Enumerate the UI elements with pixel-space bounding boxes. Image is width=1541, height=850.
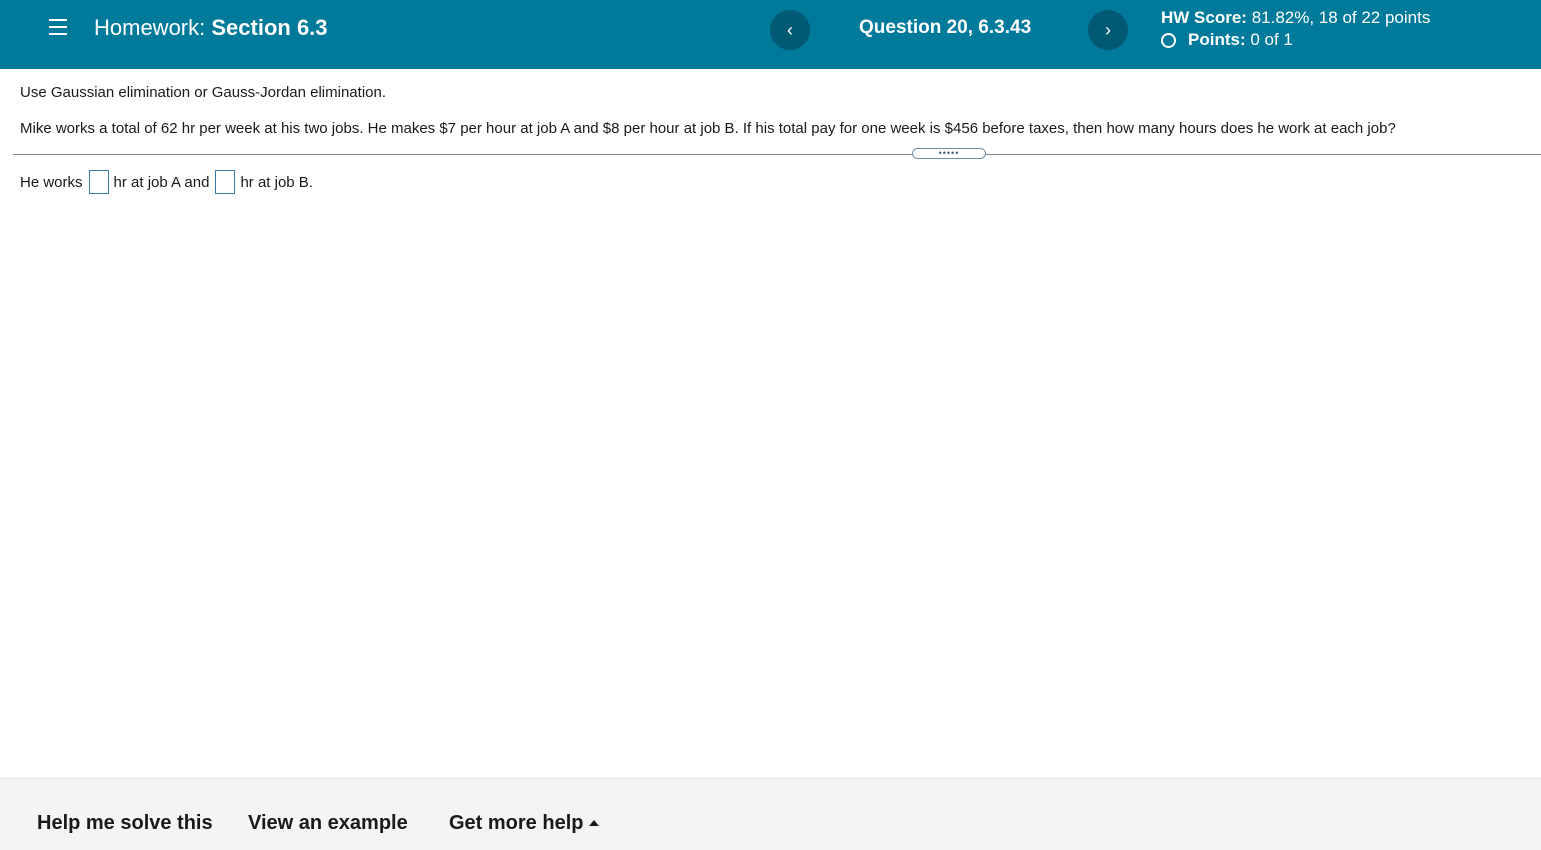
footer-bar: Help me solve this View an example Get m… [0, 778, 1541, 850]
caret-up-icon [589, 820, 600, 826]
answer-suffix: hr at job B. [240, 173, 313, 191]
chevron-right-icon: › [1105, 19, 1111, 40]
next-question-button[interactable]: › [1088, 10, 1128, 50]
top-bar: Homework: Section 6.3 ‹ Question 20, 6.3… [0, 0, 1541, 69]
divider [13, 154, 1541, 155]
hamburger-menu-icon[interactable] [49, 19, 67, 37]
job-b-hours-input[interactable] [215, 170, 236, 194]
answer-prefix: He works [20, 173, 83, 191]
instruction-text: Use Gaussian elimination or Gauss-Jordan… [20, 84, 387, 101]
hw-score-label: HW Score: [1161, 8, 1247, 27]
homework-title: Homework: Section 6.3 [94, 15, 328, 41]
help-me-solve-button[interactable]: Help me solve this [37, 812, 213, 835]
expand-button[interactable]: ••••• [912, 148, 986, 159]
previous-question-button[interactable]: ‹ [770, 10, 810, 50]
view-example-button[interactable]: View an example [248, 812, 408, 835]
empty-circle-icon [1161, 32, 1176, 48]
problem-text: Mike works a total of 62 hr per week at … [20, 120, 1396, 137]
hw-score-value: 81.82%, 18 of 22 points [1251, 8, 1431, 27]
points-status: Points: 0 of 1 [1161, 30, 1293, 50]
answer-row: He works hr at job A and hr at job B. [20, 170, 313, 194]
question-title: Question 20, 6.3.43 [859, 17, 1032, 38]
points-label: Points: [1188, 30, 1246, 49]
get-more-help-button[interactable]: Get more help [449, 812, 600, 835]
chevron-left-icon: ‹ [787, 19, 793, 40]
homework-prefix: Homework: [94, 15, 206, 40]
job-a-hours-input[interactable] [88, 170, 109, 194]
homework-section: Section 6.3 [211, 15, 328, 40]
get-more-help-label: Get more help [449, 812, 584, 834]
points-value: 0 of 1 [1250, 30, 1293, 49]
hw-score: HW Score: 81.82%, 18 of 22 points [1161, 8, 1430, 28]
answer-middle: hr at job A and [113, 173, 210, 191]
